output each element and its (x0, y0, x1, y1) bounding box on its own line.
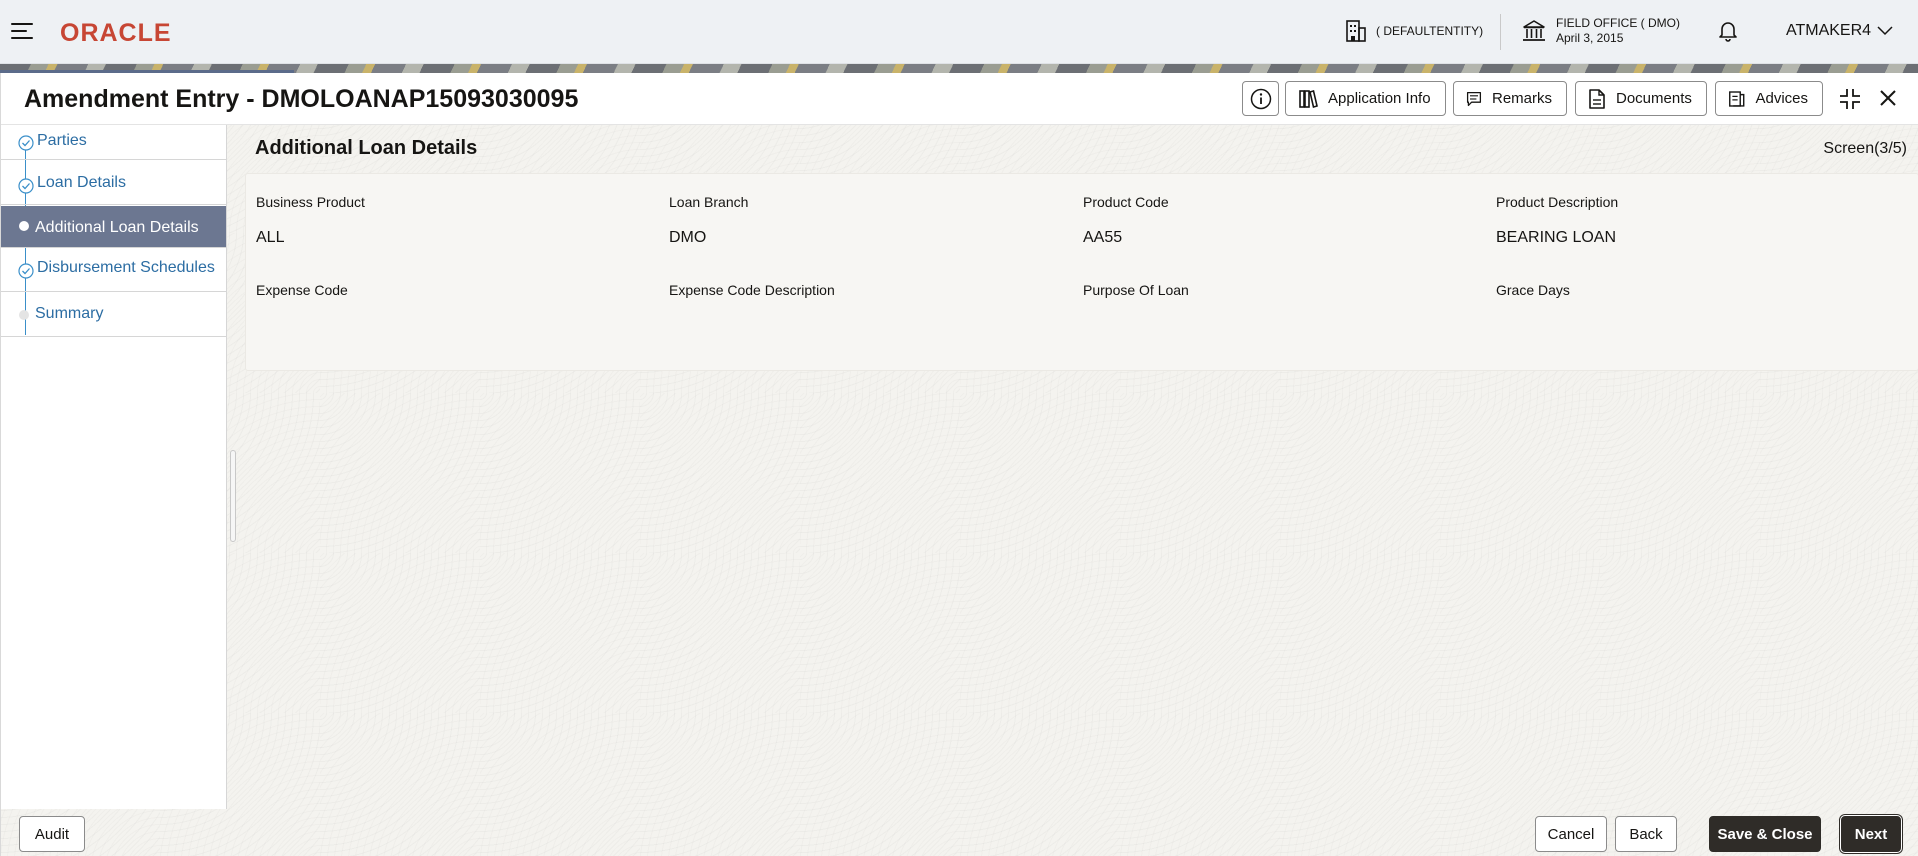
header-banner (0, 64, 1918, 73)
business-product-label: Business Product (256, 194, 365, 210)
close-icon[interactable] (1878, 88, 1898, 108)
loan-branch-label: Loan Branch (669, 194, 749, 210)
advices-label: Advices (1755, 90, 1808, 107)
expense-code-description-label: Expense Code Description (669, 282, 835, 298)
topbar-divider (1500, 14, 1501, 50)
user-name: ATMAKER4 (1786, 22, 1872, 39)
pending-step-dot-icon (19, 310, 29, 320)
info-icon (1250, 88, 1271, 109)
back-button[interactable]: Back (1615, 816, 1677, 852)
minimize-window-icon[interactable] (1838, 87, 1862, 111)
nav-item-parties[interactable]: Parties (1, 125, 226, 160)
grace-days-label: Grace Days (1496, 282, 1570, 298)
notification-bell-icon[interactable] (1718, 20, 1738, 42)
books-icon (1299, 89, 1318, 108)
nav-label: Parties (37, 132, 87, 149)
building-icon (1346, 20, 1366, 42)
product-code-value: AA55 (1083, 229, 1123, 246)
nav-item-loan-details[interactable]: Loan Details (1, 160, 226, 205)
nav-label: Loan Details (37, 174, 126, 191)
notepad-icon (1729, 90, 1745, 107)
comment-icon (1466, 91, 1482, 106)
entity-selector[interactable]: ( DEFAULTENTITY) (1346, 20, 1483, 42)
info-button[interactable] (1242, 81, 1279, 116)
panel-resize-handle[interactable] (230, 450, 236, 542)
application-info-label: Application Info (1328, 90, 1431, 107)
chevron-down-icon (1877, 26, 1893, 36)
branch-selector[interactable]: FIELD OFFICE ( DMO) April 3, 2015 (1522, 16, 1680, 46)
application-info-button[interactable]: Application Info (1285, 81, 1446, 116)
product-code-label: Product Code (1083, 194, 1169, 210)
check-circle-icon (18, 263, 34, 279)
top-bar: ORACLE ( DEFAULTENTITY) FIELD OFFICE ( D… (0, 0, 1918, 64)
loan-branch-value: DMO (669, 229, 707, 246)
expense-code-label: Expense Code (256, 282, 348, 298)
nav-label: Additional Loan Details (35, 219, 199, 236)
remarks-label: Remarks (1491, 90, 1552, 107)
nav-label: Disbursement Schedules (37, 259, 215, 276)
check-circle-icon (18, 178, 34, 194)
cancel-button[interactable]: Cancel (1535, 816, 1607, 852)
entity-label: ( DEFAULTENTITY) (1376, 24, 1484, 38)
window-title: Amendment Entry - DMOLOANAP15093030095 (24, 85, 579, 113)
next-button[interactable]: Next (1841, 816, 1901, 852)
step-navigation: Parties Loan Details Additional Loan Det… (1, 125, 227, 809)
current-step-dot-icon (19, 221, 29, 231)
branch-info: FIELD OFFICE ( DMO) April 3, 2015 (1556, 16, 1680, 46)
advices-button[interactable]: Advices (1715, 81, 1823, 116)
bank-icon (1523, 20, 1545, 41)
section-title: Additional Loan Details (255, 137, 478, 159)
oracle-logo: ORACLE (60, 19, 172, 47)
business-product-value: ALL (256, 229, 285, 246)
nav-item-summary[interactable]: Summary (1, 293, 226, 337)
additional-loan-details-panel: Business Product ALL Loan Branch DMO Pro… (245, 173, 1918, 371)
check-circle-icon (18, 135, 34, 151)
branch-date: April 3, 2015 (1556, 31, 1624, 45)
purpose-of-loan-label: Purpose Of Loan (1083, 282, 1189, 298)
documents-button[interactable]: Documents (1575, 81, 1707, 116)
product-description-label: Product Description (1496, 194, 1619, 210)
window-header: Amendment Entry - DMOLOANAP15093030095 A… (1, 73, 1918, 125)
user-menu[interactable]: ATMAKER4 (1786, 22, 1893, 40)
branch-name: FIELD OFFICE ( DMO) (1556, 16, 1680, 30)
nav-item-disbursement-schedules[interactable]: Disbursement Schedules (1, 249, 226, 292)
product-description-value: BEARING LOAN (1496, 229, 1617, 246)
hamburger-menu-icon[interactable] (11, 22, 33, 40)
nav-label: Summary (35, 305, 104, 322)
nav-item-additional-loan-details[interactable]: Additional Loan Details (1, 206, 226, 248)
amendment-window: Amendment Entry - DMOLOANAP15093030095 A… (0, 73, 1918, 856)
document-icon (1589, 88, 1605, 109)
save-close-button[interactable]: Save & Close (1709, 816, 1821, 852)
screen-counter: Screen(3/5) (1823, 140, 1907, 157)
documents-label: Documents (1616, 90, 1692, 107)
remarks-button[interactable]: Remarks (1453, 81, 1567, 116)
audit-button[interactable]: Audit (19, 816, 85, 852)
